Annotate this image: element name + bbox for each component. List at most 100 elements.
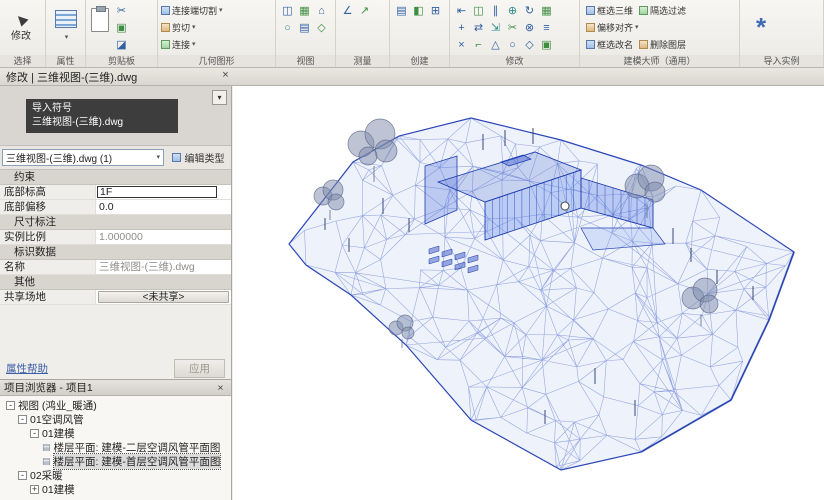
- property-value[interactable]: 1F: [96, 185, 231, 199]
- property-row: 名称三维视图-(三维).dwg: [0, 260, 231, 275]
- split-icon[interactable]: ✂: [504, 19, 521, 36]
- palette-menu-button[interactable]: ▾: [212, 90, 227, 105]
- move-icon[interactable]: +: [453, 19, 470, 36]
- trim-icon[interactable]: ≡: [538, 19, 555, 36]
- property-grid: 约束底部标高1F底部偏移0.0尺寸标注实例比例1.000000标识数据名称三维视…: [0, 170, 231, 305]
- collapse-icon[interactable]: -: [6, 401, 15, 410]
- cut-geometry-icon: [161, 23, 170, 32]
- camera-icon[interactable]: ◇: [313, 19, 330, 36]
- apply-button[interactable]: 应用: [174, 359, 225, 378]
- pin-icon[interactable]: ⊕: [504, 2, 521, 19]
- group-label-geometry: 几何图形: [158, 55, 275, 67]
- property-value[interactable]: 1.000000: [96, 230, 231, 244]
- property-section-header[interactable]: 约束: [0, 170, 231, 185]
- tree-item[interactable]: -视图 (鸿业_暖通): [2, 398, 231, 412]
- angle-dimension-icon[interactable]: ∠: [339, 2, 356, 19]
- tree-item[interactable]: ▤楼层平面: 建模-二层空调风管平面图: [2, 440, 231, 454]
- tree-item[interactable]: -01空调风管: [2, 412, 231, 426]
- demolish-icon[interactable]: ◇: [521, 36, 538, 53]
- connect-end-cut-icon: [161, 6, 170, 15]
- 3d-model-viewport[interactable]: [233, 86, 824, 500]
- paint-icon[interactable]: ▣: [538, 36, 555, 53]
- collapse-icon[interactable]: -: [30, 429, 39, 438]
- property-section-header[interactable]: 标识数据: [0, 245, 231, 260]
- type-selector-dropdown[interactable]: 三维视图-(三维).dwg (1) ▾: [2, 149, 164, 166]
- property-section-header[interactable]: 尺寸标注: [0, 215, 231, 230]
- properties-help-link[interactable]: 属性帮助: [6, 361, 48, 376]
- cut-geometry-button[interactable]: 剪切 ▾: [161, 19, 272, 36]
- expand-icon[interactable]: +: [30, 485, 39, 494]
- beam-icon[interactable]: △: [487, 36, 504, 53]
- delete-icon[interactable]: ×: [453, 36, 470, 53]
- project-browser: 项目浏览器 - 项目1 × -视图 (鸿业_暖通)-01空调风管-01建模▤楼层…: [0, 380, 232, 500]
- array-icon[interactable]: ▦: [538, 2, 555, 19]
- tree-item[interactable]: -01建模: [2, 426, 231, 440]
- rotate-icon[interactable]: ↻: [521, 2, 538, 19]
- group-label-clipboard: 剪贴板: [86, 55, 157, 67]
- copy-icon[interactable]: ▣: [113, 19, 130, 36]
- opening-icon[interactable]: ○: [504, 36, 521, 53]
- create-similar-icon[interactable]: ◧: [410, 2, 427, 19]
- delete-layer-button[interactable]: 删除图层: [636, 36, 689, 53]
- cope-icon[interactable]: ⌐: [470, 36, 487, 53]
- property-value[interactable]: 三维视图-(三维).dwg: [96, 260, 231, 274]
- measure-distance-icon[interactable]: ↗: [356, 2, 373, 19]
- property-row: 实例比例1.000000: [0, 230, 231, 245]
- property-value[interactable]: <未共享>: [96, 290, 231, 304]
- floor-plan-icon: ▤: [42, 456, 51, 467]
- close-icon[interactable]: ×: [219, 70, 232, 83]
- ribbon-group-geometry: 连接端切割 ▾ 剪切 ▾ 连接 ▾ 几何图形: [158, 0, 276, 67]
- property-value[interactable]: 0.0: [96, 200, 231, 214]
- drawing-area[interactable]: [233, 86, 824, 500]
- cut-icon[interactable]: ✂: [113, 2, 130, 19]
- cursor-icon: ▶: [13, 11, 30, 28]
- edit-type-button[interactable]: 编辑类型: [167, 149, 229, 166]
- close-icon[interactable]: ×: [214, 382, 227, 394]
- shared-site-button[interactable]: <未共享>: [98, 291, 229, 303]
- property-section-header[interactable]: 其他: [0, 275, 231, 290]
- legend-component-icon[interactable]: ⊞: [427, 2, 444, 19]
- ribbon-group-measure: ∠↗ 测量: [336, 0, 390, 67]
- align-icon[interactable]: ⇤: [453, 2, 470, 19]
- create-group-icon[interactable]: ▤: [393, 2, 410, 19]
- property-value-input[interactable]: 1F: [97, 186, 217, 198]
- match-type-icon[interactable]: ◪: [113, 36, 130, 53]
- box-select-3d-button[interactable]: 框选三维: [583, 2, 636, 19]
- paste-button[interactable]: [91, 8, 109, 32]
- swap-icon[interactable]: ⇄: [470, 19, 487, 36]
- box-rename-button[interactable]: 框选改名: [583, 36, 636, 53]
- offset-align-button[interactable]: 偏移对齐▾: [583, 19, 642, 36]
- collapse-icon[interactable]: -: [18, 415, 27, 424]
- caret-down-icon: ▾: [192, 41, 196, 49]
- delete-layer-icon: [639, 40, 648, 49]
- join-geometry-button[interactable]: 连接 ▾: [161, 36, 272, 53]
- scale-icon[interactable]: ⇲: [487, 19, 504, 36]
- default-3d-view-icon[interactable]: ⌂: [313, 2, 330, 19]
- properties-palette-button[interactable]: ▾: [49, 10, 82, 42]
- offset-icon[interactable]: ∥: [487, 2, 504, 19]
- ribbon-group-properties: ▾ 属性: [46, 0, 86, 67]
- isolate-filter-button[interactable]: 隔选过滤: [636, 2, 689, 19]
- thin-lines-icon[interactable]: ◫: [279, 2, 296, 19]
- tree-item-label: 02采暖: [30, 468, 63, 483]
- connect-end-cut-button[interactable]: 连接端切割 ▾: [161, 2, 272, 19]
- tree-item[interactable]: -02采暖: [2, 468, 231, 482]
- mode-bar-text: 修改 | 三维视图-(三维).dwg: [6, 69, 137, 85]
- modify-tool-label: 修改: [11, 27, 31, 42]
- collapse-icon[interactable]: -: [18, 471, 27, 480]
- tree-item-label: 01空调风管: [30, 412, 84, 427]
- plan-view-icon[interactable]: ▤: [296, 19, 313, 36]
- ribbon: ▶ 修改 选择 ▾ 属性 ✂▣◪ 剪贴板 连接端切割 ▾ 剪切 ▾: [0, 0, 824, 68]
- render-icon[interactable]: ○: [279, 19, 296, 36]
- tree-item-label: 楼层平面: 建模-二层空调风管平面图: [54, 440, 221, 455]
- unpin-icon[interactable]: ⊗: [521, 19, 538, 36]
- explode-button[interactable]: *: [743, 2, 779, 52]
- group-label-bim-master: 建模大师（通用）: [580, 55, 739, 67]
- modify-tool-button[interactable]: ▶ 修改: [3, 2, 39, 52]
- tree-item[interactable]: ▤楼层平面: 建模-首层空调风管平面图: [2, 454, 231, 468]
- mirror-icon[interactable]: ◫: [470, 2, 487, 19]
- visibility-icon[interactable]: ▦: [296, 2, 313, 19]
- tree-item[interactable]: +01建模: [2, 482, 231, 496]
- property-row: 底部偏移0.0: [0, 200, 231, 215]
- type-preview-tooltip: 导入符号 三维视图-(三维).dwg: [26, 99, 178, 133]
